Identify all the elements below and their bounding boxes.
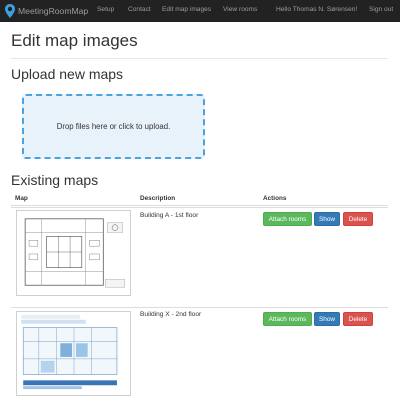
attach-rooms-button[interactable]: Attach rooms [263, 212, 312, 226]
page-title: Edit map images [11, 31, 138, 50]
nav-user-greeting[interactable]: Hello Thomas N. Sørensen! [276, 6, 357, 13]
title-divider [11, 58, 388, 59]
column-header-actions: Actions [263, 195, 287, 202]
nav-view-rooms[interactable]: View rooms [223, 6, 257, 13]
attach-rooms-button[interactable]: Attach rooms [263, 312, 312, 326]
map-pin-icon [5, 4, 15, 18]
brand-link[interactable]: MeetingRoomMap [4, 3, 88, 19]
column-header-description: Description [140, 195, 176, 202]
floor-plan-image [17, 312, 130, 395]
delete-button[interactable]: Delete [343, 212, 373, 226]
nav-sign-out[interactable]: Sign out [369, 6, 393, 13]
brand-label: MeetingRoomMap [18, 6, 89, 16]
dropzone-label: Drop files here or click to upload. [56, 122, 171, 131]
nav-contact[interactable]: Contact [128, 6, 151, 13]
delete-button[interactable]: Delete [343, 312, 373, 326]
map-description: Building X - 2nd floor [140, 311, 202, 318]
upload-heading: Upload new maps [11, 66, 124, 82]
navbar: MeetingRoomMap Setup Contact Edit map im… [0, 0, 400, 22]
map-description: Building A - 1st floor [140, 212, 199, 219]
map-thumbnail [16, 311, 131, 396]
table-header-divider [11, 205, 388, 206]
upload-dropzone[interactable]: Drop files here or click to upload. [22, 94, 205, 159]
nav-setup[interactable]: Setup [97, 6, 114, 13]
show-button[interactable]: Show [314, 312, 340, 326]
floor-plan-image [17, 211, 130, 295]
show-button[interactable]: Show [314, 212, 340, 226]
row-divider [11, 207, 388, 208]
row-divider [11, 307, 388, 308]
map-thumbnail [16, 210, 131, 296]
column-header-map: Map [15, 195, 28, 202]
nav-edit-map-images[interactable]: Edit map images [162, 6, 211, 13]
existing-heading: Existing maps [11, 172, 99, 188]
